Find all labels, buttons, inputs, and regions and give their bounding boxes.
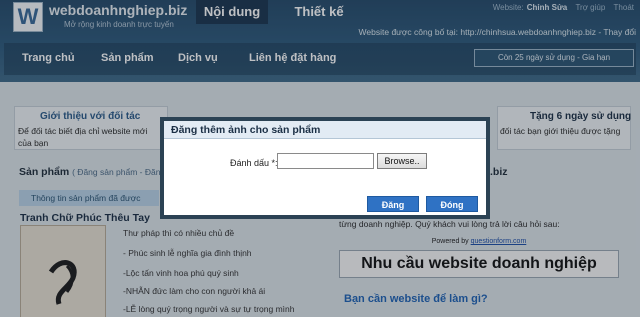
close-button[interactable]: Đóng <box>426 196 478 212</box>
mark-label: Đánh dấu *: <box>230 158 278 168</box>
dialog-title: Đăng thêm ảnh cho sản phẩm <box>164 121 486 139</box>
file-path-input[interactable] <box>277 153 374 169</box>
submit-button[interactable]: Đăng <box>367 196 419 212</box>
upload-image-dialog: Đăng thêm ảnh cho sản phẩm Đánh dấu *: B… <box>160 117 490 219</box>
dialog-body: Đăng thêm ảnh cho sản phẩm Đánh dấu *: B… <box>164 121 486 215</box>
browse-button[interactable]: Browse.. <box>377 153 427 169</box>
